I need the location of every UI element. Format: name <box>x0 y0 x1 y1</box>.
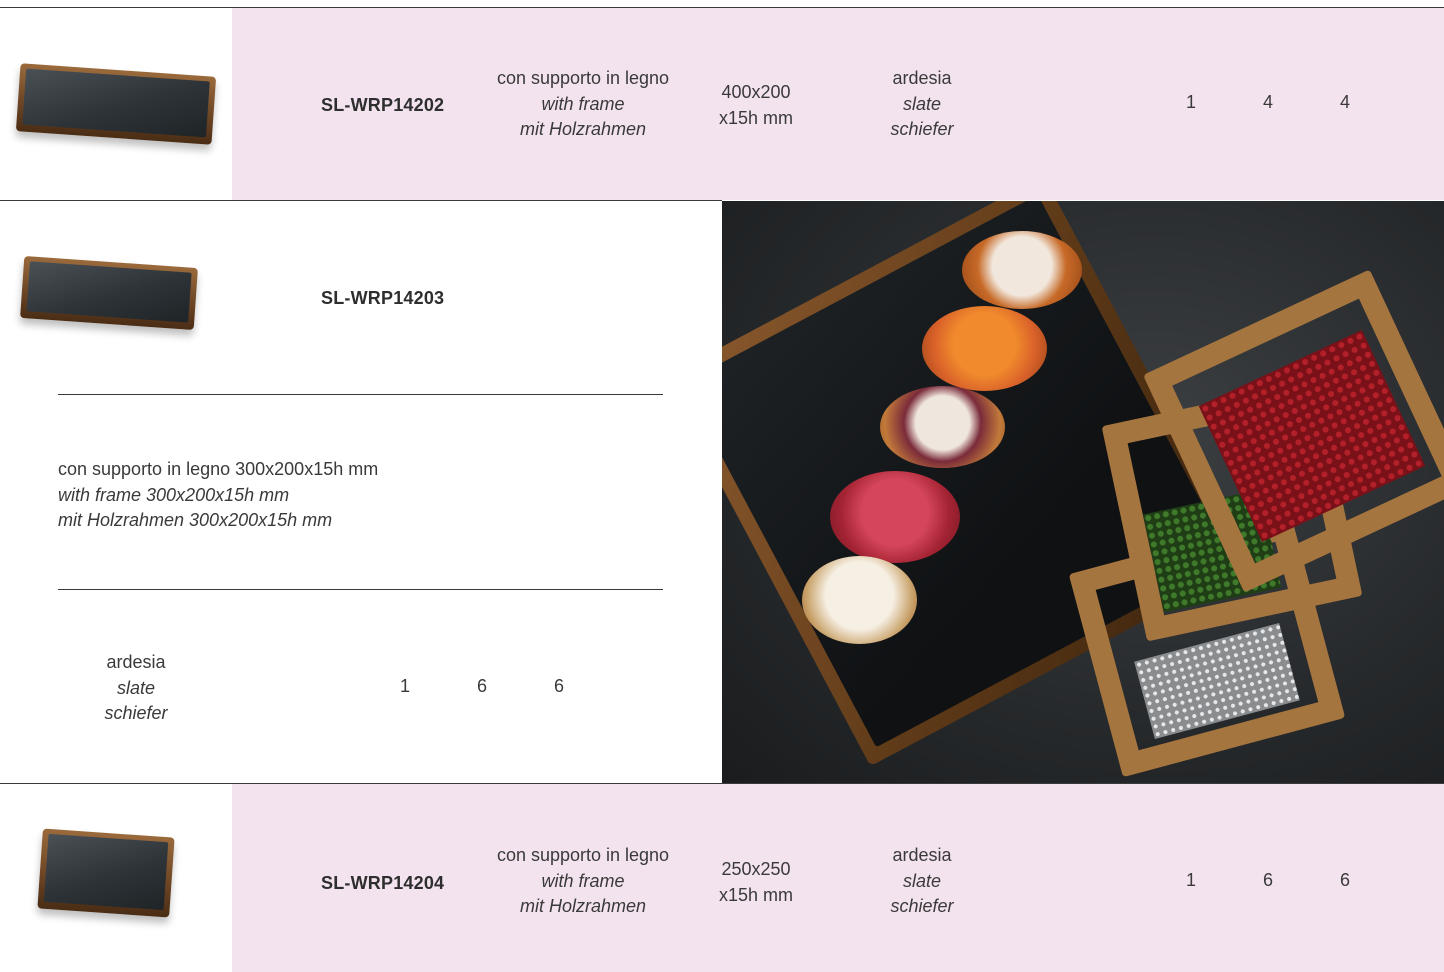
material-en: slate <box>902 870 942 891</box>
frame-en: with frame <box>541 870 625 891</box>
product-code: SL-WRP14204 <box>321 873 445 893</box>
material: ardesia slate schiefer <box>872 66 972 143</box>
frame-it: con supporto in legno 300x200x15h mm <box>58 459 379 479</box>
qty-1: 1 <box>1185 92 1196 112</box>
crostino-2 <box>922 306 1047 391</box>
slate-surface <box>43 833 169 911</box>
qty-3: 4 <box>1339 92 1350 112</box>
qty-1: 1 <box>399 676 410 696</box>
product-image-2 <box>20 256 198 330</box>
qty-1: 1 <box>1185 870 1196 890</box>
dimensions-line-1: 400x200 <box>721 82 791 102</box>
frame-it: con supporto in legno <box>496 68 670 88</box>
crostino-4 <box>830 471 960 563</box>
qty-2: 4 <box>1262 92 1273 112</box>
frame-de: mit Holzrahmen <box>519 896 647 916</box>
material-en: slate <box>116 677 156 698</box>
material-it: ardesia <box>892 68 952 88</box>
qty-3: 6 <box>1339 870 1350 890</box>
crostino-3 <box>880 386 1005 468</box>
frame-it: con supporto in legno <box>496 845 670 865</box>
serving-board-photo <box>722 201 1444 783</box>
frame-description: con supporto in legno with frame mit Hol… <box>480 843 686 920</box>
product-image-3 <box>37 828 175 918</box>
qty-3: 6 <box>553 676 564 696</box>
slate-surface <box>26 261 192 323</box>
slate-surface <box>22 68 210 138</box>
material: ardesia slate schiefer <box>86 650 186 727</box>
dimensions-line-2: x15h mm <box>718 884 794 905</box>
product-image-1 <box>15 63 217 145</box>
frame-en: with frame <box>541 93 625 114</box>
crostino-1 <box>962 231 1082 309</box>
material-it: ardesia <box>106 652 166 672</box>
crostino-5 <box>802 556 917 644</box>
material-en: slate <box>902 93 942 114</box>
dimensions-line-1: 250x250 <box>721 859 791 879</box>
dimensions: 250x250 x15h mm <box>706 857 806 908</box>
material-it: ardesia <box>892 845 952 865</box>
dimensions-line-2: x15h mm <box>718 107 794 128</box>
row-divider-1 <box>0 200 722 201</box>
frame-de: mit Holzrahmen <box>519 119 647 139</box>
qty-2: 6 <box>1262 870 1273 890</box>
material-de: schiefer <box>104 703 168 723</box>
frame-description: con supporto in legno 300x200x15h mm wit… <box>58 457 378 534</box>
frame-de: mit Holzrahmen 300x200x15h mm <box>58 510 333 530</box>
inner-rule-2 <box>58 589 663 590</box>
frame-description: con supporto in legno with frame mit Hol… <box>480 66 686 143</box>
qty-2: 6 <box>476 676 487 696</box>
dimensions: 400x200 x15h mm <box>706 80 806 131</box>
product-code: SL-WRP14203 <box>321 288 445 308</box>
inner-rule-1 <box>58 394 663 395</box>
material-de: schiefer <box>890 896 954 916</box>
material-de: schiefer <box>890 119 954 139</box>
material: ardesia slate schiefer <box>872 843 972 920</box>
product-code: SL-WRP14202 <box>321 95 445 115</box>
frame-en: with frame 300x200x15h mm <box>58 484 290 505</box>
